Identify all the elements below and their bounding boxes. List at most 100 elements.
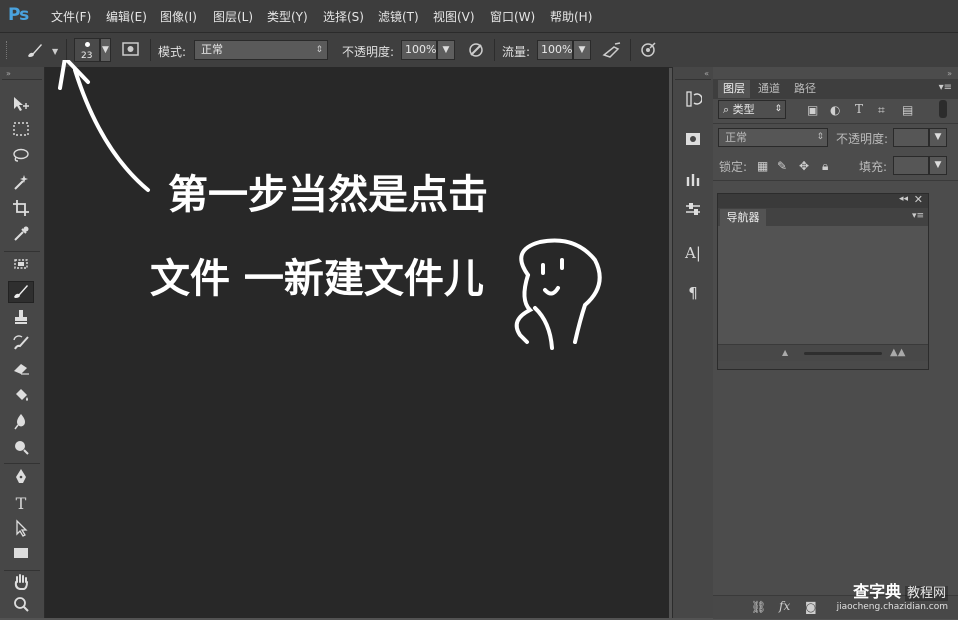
- history-panel-icon[interactable]: [681, 90, 705, 112]
- menu-view[interactable]: 视图(V): [433, 8, 475, 25]
- filter-kind-select[interactable]: ⌕ 类型 ⇕: [718, 100, 786, 119]
- link-layers-icon[interactable]: ⛓: [751, 600, 766, 614]
- flow-label: 流量:: [502, 45, 531, 59]
- paint-bucket-tool-icon[interactable]: [8, 386, 34, 408]
- menu-help[interactable]: 帮助(H): [550, 8, 592, 25]
- menu-filter[interactable]: 滤镜(T): [378, 8, 419, 25]
- zoom-slider[interactable]: [804, 352, 882, 355]
- fill-dropdown-icon[interactable]: ▼: [929, 156, 947, 175]
- zoom-tool-icon[interactable]: [8, 595, 34, 617]
- airbrush-icon[interactable]: [602, 41, 622, 59]
- menu-type[interactable]: 类型(Y): [267, 8, 308, 25]
- path-select-tool-icon[interactable]: [8, 519, 34, 541]
- paragraph-panel-icon[interactable]: ¶: [681, 282, 705, 304]
- filter-smart-object-icon[interactable]: ▤: [902, 103, 913, 117]
- separator: [713, 180, 958, 181]
- menu-edit[interactable]: 编辑(E): [106, 8, 147, 25]
- navigator-resize-handle[interactable]: [718, 361, 928, 369]
- tools-panel: » T: [0, 67, 45, 618]
- stamp-tool-icon[interactable]: [8, 308, 34, 330]
- menu-window[interactable]: 窗口(W): [490, 8, 535, 25]
- add-mask-icon[interactable]: ◙: [805, 600, 817, 614]
- panel-menu-icon[interactable]: ▾≡: [939, 82, 952, 93]
- collapse-arrows-icon[interactable]: ◂◂: [899, 194, 908, 204]
- brush-size-dropdown-icon[interactable]: ▼: [100, 38, 111, 62]
- brush-preset-icon[interactable]: [24, 41, 46, 59]
- collapse-arrows-icon[interactable]: »: [947, 69, 952, 78]
- zoom-out-icon[interactable]: ▲: [782, 348, 788, 357]
- lock-transparent-icon[interactable]: ▦: [757, 159, 768, 173]
- brush-panel-toggle-icon[interactable]: [121, 41, 141, 59]
- pressure-size-icon[interactable]: [638, 41, 658, 59]
- eraser-tool-icon[interactable]: [8, 360, 34, 382]
- layer-opacity-label: 不透明度:: [836, 132, 889, 146]
- grip-handle[interactable]: [6, 41, 10, 59]
- move-tool-icon[interactable]: [8, 95, 34, 117]
- collapse-arrows-icon[interactable]: »: [6, 69, 11, 78]
- fill-input[interactable]: [893, 156, 929, 175]
- tab-navigator[interactable]: 导航器: [720, 209, 766, 226]
- filter-toggle[interactable]: [939, 100, 947, 118]
- tab-channels[interactable]: 通道: [751, 80, 787, 98]
- zoom-in-icon[interactable]: ▲▲: [890, 347, 905, 358]
- lock-image-icon[interactable]: ✎: [777, 159, 787, 173]
- separator: [150, 39, 151, 61]
- flow-dropdown-icon[interactable]: ▼: [573, 40, 591, 60]
- filter-shape-icon[interactable]: ⌗: [878, 103, 885, 118]
- lock-position-icon[interactable]: ✥: [799, 159, 809, 173]
- magic-wand-tool-icon[interactable]: [8, 173, 34, 195]
- marquee-tool-icon[interactable]: [8, 121, 34, 143]
- watermark-url: jiaocheng.chazidian.com: [836, 602, 948, 612]
- updown-arrows-icon: ⇕: [816, 132, 824, 142]
- tab-layers[interactable]: 图层: [718, 80, 750, 98]
- opacity-label: 不透明度:: [342, 45, 395, 59]
- flow-input[interactable]: 100%: [537, 40, 573, 60]
- shape-tool-icon[interactable]: [8, 545, 34, 567]
- panel-menu-icon[interactable]: ▾≡: [912, 211, 924, 221]
- menu-select[interactable]: 选择(S): [323, 8, 364, 25]
- brush-size-value: 23: [81, 51, 93, 61]
- filter-adjustment-icon[interactable]: ◐: [830, 103, 840, 117]
- filter-type-icon[interactable]: T: [855, 102, 863, 116]
- layer-opacity-dropdown-icon[interactable]: ▼: [929, 128, 947, 147]
- updown-arrows-icon: ⇕: [315, 45, 323, 55]
- filter-pixel-icon[interactable]: ▣: [807, 103, 818, 117]
- healing-tool-icon[interactable]: [8, 256, 34, 278]
- type-tool-icon[interactable]: T: [8, 493, 34, 515]
- crop-tool-icon[interactable]: [8, 199, 34, 221]
- brush-tool-icon[interactable]: [8, 281, 34, 303]
- history-brush-tool-icon[interactable]: [8, 334, 34, 356]
- menu-file[interactable]: 文件(F): [51, 8, 91, 25]
- menu-image[interactable]: 图像(I): [160, 8, 197, 25]
- pen-tool-icon[interactable]: [8, 467, 34, 489]
- navigator-titlebar[interactable]: ◂◂ ✕: [718, 193, 928, 208]
- document-canvas[interactable]: [45, 67, 669, 618]
- fill-label: 填充:: [859, 160, 888, 174]
- chevron-down-icon[interactable]: ▼: [52, 47, 58, 56]
- separator: [66, 39, 67, 61]
- fx-icon[interactable]: fx: [779, 599, 790, 613]
- collapse-arrows-icon[interactable]: «: [704, 69, 709, 78]
- lock-all-icon[interactable]: 🔒︎: [822, 159, 828, 174]
- brush-size-picker[interactable]: 23: [74, 38, 100, 62]
- character-panel-icon[interactable]: A|: [681, 242, 705, 264]
- blur-tool-icon[interactable]: [8, 412, 34, 434]
- pressure-opacity-icon[interactable]: [466, 41, 486, 59]
- color-panel-icon[interactable]: [681, 130, 705, 152]
- opacity-dropdown-icon[interactable]: ▼: [437, 40, 455, 60]
- mode-label: 模式:: [158, 45, 187, 59]
- opacity-input[interactable]: 100%: [401, 40, 437, 60]
- layer-opacity-input[interactable]: [893, 128, 929, 147]
- adjustments-panel-icon[interactable]: [681, 200, 705, 222]
- eyedropper-tool-icon[interactable]: [8, 225, 34, 247]
- options-bar: ▼ 23 ▼ 模式: 正常 ⇕ 不透明度: 100% ▼ 流量: 100% ▼: [0, 32, 958, 68]
- menu-layer[interactable]: 图层(L): [213, 8, 253, 25]
- close-icon[interactable]: ✕: [914, 193, 923, 206]
- tab-paths[interactable]: 路径: [789, 80, 821, 98]
- dodge-tool-icon[interactable]: [8, 438, 34, 460]
- mode-select[interactable]: 正常 ⇕: [194, 40, 328, 60]
- brush-presets-panel-icon[interactable]: [681, 170, 705, 192]
- blend-mode-select[interactable]: 正常 ⇕: [718, 128, 828, 147]
- hand-tool-icon[interactable]: [8, 573, 34, 595]
- lasso-tool-icon[interactable]: [8, 147, 34, 169]
